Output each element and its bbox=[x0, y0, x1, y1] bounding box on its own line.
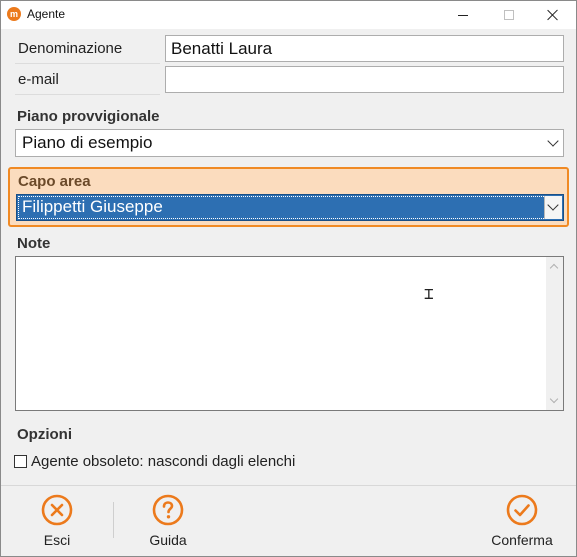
agente-obsoleto-checkbox[interactable] bbox=[14, 455, 27, 468]
capo-area-group: Capo area Filippetti Giuseppe bbox=[8, 167, 569, 227]
title-bar[interactable]: m Agente bbox=[1, 1, 576, 29]
agente-obsoleto-option[interactable]: Agente obsoleto: nascondi dagli elenchi bbox=[14, 453, 295, 470]
close-icon bbox=[547, 9, 559, 21]
guida-button[interactable]: Guida bbox=[128, 494, 208, 548]
conferma-button[interactable]: Conferma bbox=[482, 494, 562, 548]
scroll-down-arrow-icon[interactable] bbox=[549, 394, 559, 404]
footer-divider bbox=[113, 502, 114, 538]
form-content: Denominazione e-mail Piano provvigionale… bbox=[1, 29, 576, 485]
chevron-down-icon bbox=[547, 135, 559, 147]
capo-area-selected-value: Filippetti Giuseppe bbox=[22, 197, 163, 216]
close-window-button[interactable] bbox=[530, 1, 576, 29]
conferma-label: Conferma bbox=[491, 532, 553, 548]
maximize-button bbox=[486, 1, 532, 29]
note-label: Note bbox=[17, 235, 51, 252]
window-title: Agente bbox=[27, 7, 66, 21]
denominazione-input[interactable] bbox=[165, 35, 564, 62]
esci-button[interactable]: Esci bbox=[17, 494, 97, 548]
help-circle-icon bbox=[152, 494, 184, 526]
row-divider bbox=[15, 63, 160, 64]
note-scrollbar[interactable] bbox=[546, 257, 563, 410]
email-input[interactable] bbox=[165, 66, 564, 93]
capo-area-select[interactable]: Filippetti Giuseppe bbox=[16, 194, 564, 221]
agente-obsoleto-label[interactable]: Agente obsoleto: nascondi dagli elenchi bbox=[31, 453, 295, 470]
capo-area-label: Capo area bbox=[18, 173, 91, 190]
maximize-icon bbox=[504, 10, 514, 20]
minimize-icon bbox=[458, 14, 468, 16]
row-divider bbox=[15, 94, 160, 95]
chevron-down-icon bbox=[547, 199, 559, 211]
piano-provvigionale-label: Piano provvigionale bbox=[17, 108, 160, 125]
opzioni-label: Opzioni bbox=[17, 426, 72, 443]
dialog-footer: Esci Guida Conferma bbox=[1, 485, 576, 556]
guida-label: Guida bbox=[149, 532, 187, 548]
piano-selected-value: Piano di esempio bbox=[22, 133, 153, 152]
app-logo-icon: m bbox=[7, 7, 21, 21]
piano-provvigionale-select[interactable]: Piano di esempio bbox=[15, 129, 564, 157]
minimize-button[interactable] bbox=[440, 1, 486, 29]
check-circle-icon bbox=[506, 494, 538, 526]
denominazione-label: Denominazione bbox=[18, 40, 123, 57]
scroll-up-arrow-icon[interactable] bbox=[549, 263, 559, 273]
agente-dialog: m Agente Denominazione e-mail Piano prov… bbox=[0, 0, 577, 557]
esci-label: Esci bbox=[43, 532, 71, 548]
text-cursor-icon: ⌶ bbox=[424, 284, 434, 303]
note-textarea[interactable]: ⌶ bbox=[15, 256, 564, 411]
close-circle-icon bbox=[41, 494, 73, 526]
capo-area-dropdown-button[interactable] bbox=[544, 196, 562, 219]
email-label: e-mail bbox=[18, 71, 59, 88]
